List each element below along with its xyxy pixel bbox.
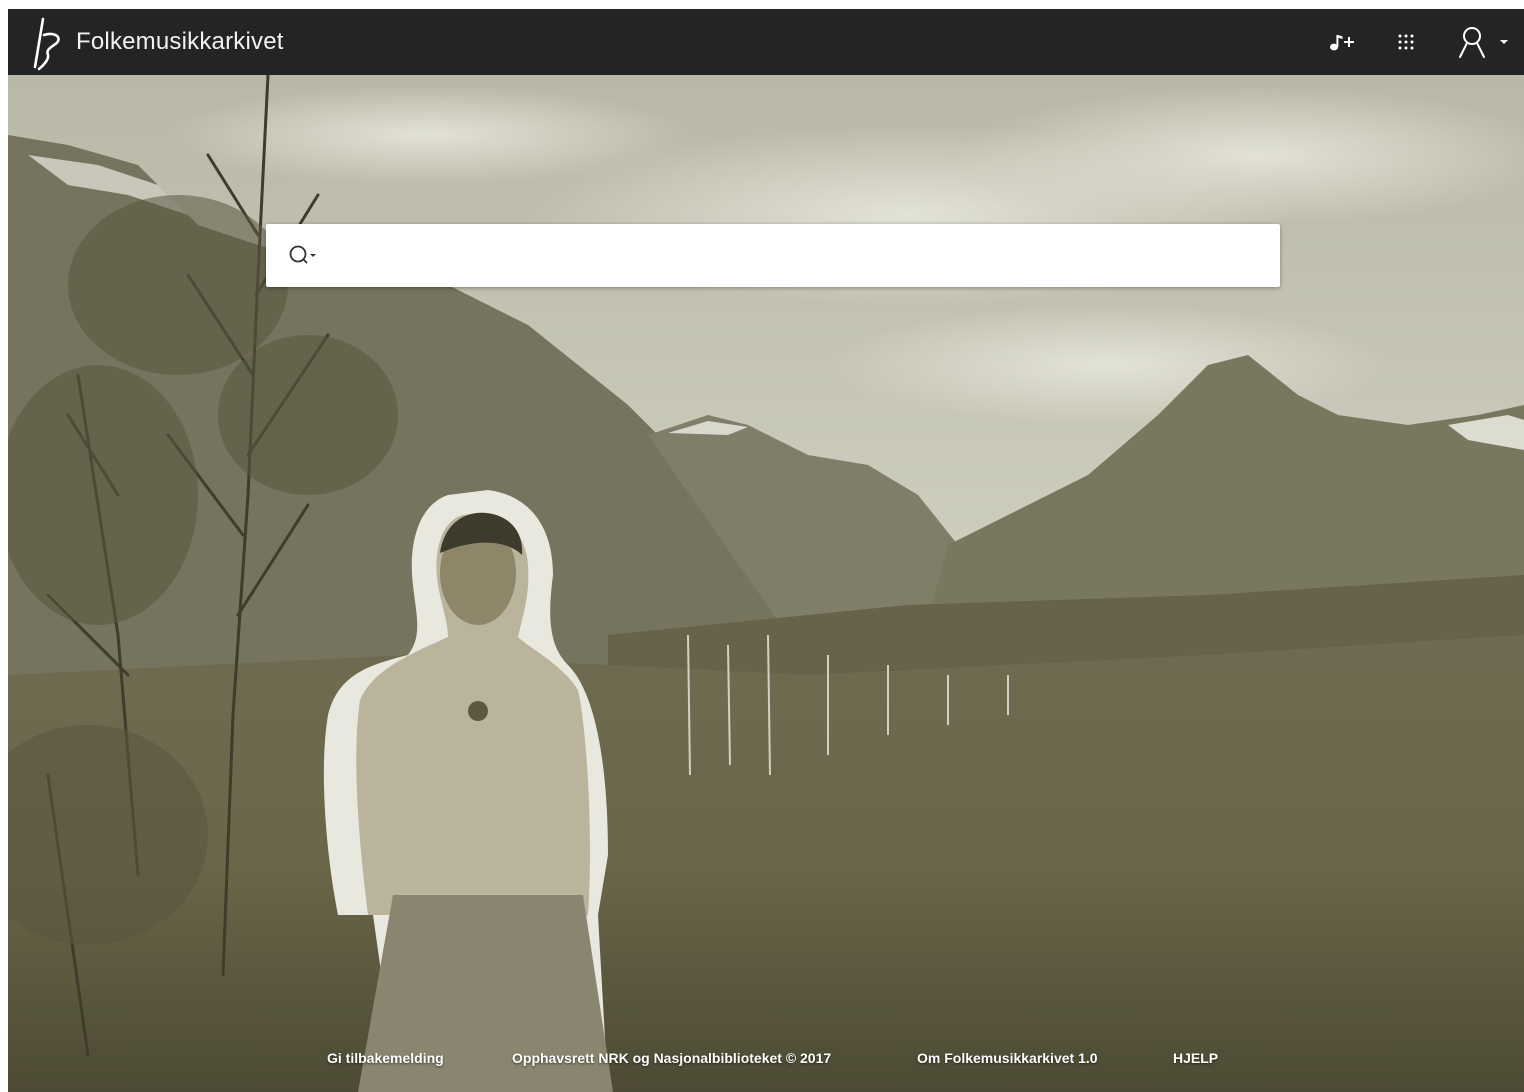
apps-menu-button[interactable] bbox=[1390, 9, 1422, 75]
folkemusikk-logo-icon[interactable] bbox=[30, 13, 66, 73]
feedback-link[interactable]: Gi tilbakemelding bbox=[327, 1050, 444, 1066]
search-scope-button[interactable] bbox=[280, 235, 324, 277]
footer: Gi tilbakemelding Opphavsrett NRK og Nas… bbox=[8, 1050, 1524, 1074]
apps-grid-icon bbox=[1398, 34, 1414, 50]
about-link[interactable]: Om Folkemusikkarkivet 1.0 bbox=[917, 1050, 1098, 1066]
user-icon bbox=[1459, 27, 1485, 58]
copyright-link[interactable]: Opphavsrett NRK og Nasjonalbiblioteket ©… bbox=[512, 1050, 831, 1066]
user-menu-button[interactable] bbox=[1450, 9, 1516, 75]
caret-down-icon bbox=[1500, 40, 1508, 44]
top-navigation-bar: Folkemusikkarkivet bbox=[8, 9, 1524, 75]
brand-title[interactable]: Folkemusikkarkivet bbox=[76, 28, 284, 56]
search-input[interactable] bbox=[332, 232, 1266, 280]
search-bar bbox=[266, 224, 1280, 287]
music-note-plus-icon bbox=[1330, 35, 1354, 51]
hero-background: Gi tilbakemelding Opphavsrett NRK og Nas… bbox=[8, 75, 1524, 1092]
app-frame: Folkemusikkarkivet Gi tilbakemelding Opp… bbox=[8, 9, 1524, 1092]
search-icon bbox=[289, 245, 316, 264]
add-music-button[interactable] bbox=[1322, 9, 1362, 75]
help-link[interactable]: HJELP bbox=[1173, 1050, 1218, 1066]
